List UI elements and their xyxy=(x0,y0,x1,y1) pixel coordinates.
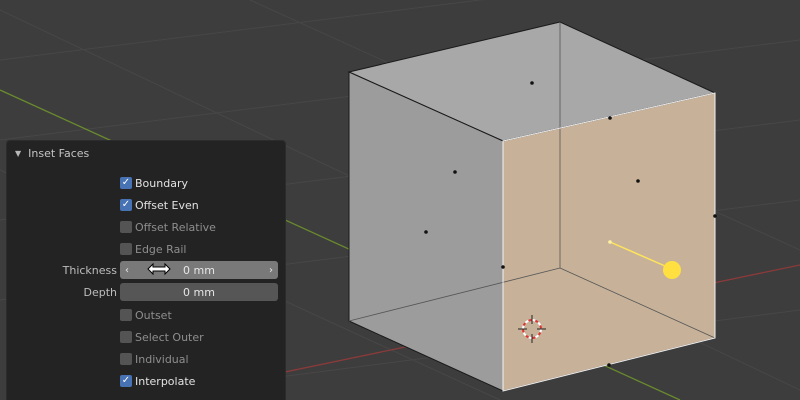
checkbox-unchecked-icon[interactable] xyxy=(120,309,132,321)
depth-field[interactable]: 0 mm xyxy=(120,283,278,301)
checkbox-label: Offset Even xyxy=(135,198,199,212)
depth-label: Depth xyxy=(83,286,117,299)
checkbox-label: Individual xyxy=(135,352,189,366)
checkbox-unchecked-icon[interactable] xyxy=(120,221,132,233)
checkbox-individual[interactable]: Individual xyxy=(120,350,189,368)
checkbox-offset-relative[interactable]: Offset Relative xyxy=(120,218,216,236)
panel-title: Inset Faces xyxy=(28,146,90,160)
checkbox-checked-icon[interactable]: ✓ xyxy=(120,375,132,387)
checkbox-unchecked-icon[interactable] xyxy=(120,353,132,365)
checkbox-interpolate[interactable]: ✓ Interpolate xyxy=(120,372,195,390)
checkbox-label: Edge Rail xyxy=(135,242,187,256)
inset-faces-panel: ▼ Inset Faces ✓ Boundary ✓ Offset Even O… xyxy=(6,140,286,400)
triangle-down-icon[interactable]: ▼ xyxy=(15,149,21,158)
checkbox-boundary[interactable]: ✓ Boundary xyxy=(120,174,188,192)
decrement-arrow-icon[interactable]: ‹ xyxy=(120,261,134,279)
panel-header[interactable]: ▼ Inset Faces xyxy=(7,141,285,165)
thickness-label: Thickness xyxy=(62,264,117,277)
thickness-row: Thickness ‹ 0 mm › xyxy=(7,261,287,281)
increment-arrow-icon[interactable]: › xyxy=(264,261,278,279)
checkbox-label: Interpolate xyxy=(135,374,196,388)
depth-value: 0 mm xyxy=(183,285,215,299)
checkbox-label: Outset xyxy=(135,308,172,322)
depth-row: Depth 0 mm xyxy=(7,283,287,303)
checkbox-label: Select Outer xyxy=(135,330,204,344)
checkbox-label: Boundary xyxy=(135,176,188,190)
thickness-field[interactable]: ‹ 0 mm › xyxy=(120,261,278,279)
horizontal-resize-cursor-icon xyxy=(147,262,171,276)
checkbox-unchecked-icon[interactable] xyxy=(120,331,132,343)
checkbox-checked-icon[interactable]: ✓ xyxy=(120,199,132,211)
thickness-value: 0 mm xyxy=(183,263,215,277)
checkbox-edge-rail[interactable]: Edge Rail xyxy=(120,240,186,258)
checkbox-offset-even[interactable]: ✓ Offset Even xyxy=(120,196,199,214)
checkbox-label: Offset Relative xyxy=(135,220,216,234)
checkbox-checked-icon[interactable]: ✓ xyxy=(120,177,132,189)
checkbox-outset[interactable]: Outset xyxy=(120,306,172,324)
checkbox-unchecked-icon[interactable] xyxy=(120,243,132,255)
checkbox-select-outer[interactable]: Select Outer xyxy=(120,328,204,346)
